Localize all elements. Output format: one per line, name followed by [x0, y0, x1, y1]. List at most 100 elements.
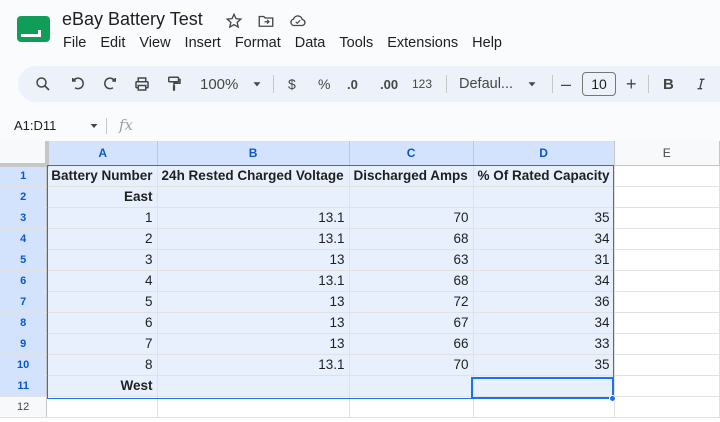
row-header[interactable]: 3 — [0, 207, 48, 229]
font-select[interactable]: Defaul... — [459, 66, 539, 102]
column-header[interactable]: E — [614, 141, 720, 166]
row-header[interactable]: 2 — [0, 186, 48, 208]
cell[interactable] — [46, 396, 158, 418]
decrease-font-size-button[interactable]: – — [561, 66, 571, 102]
number-format-button[interactable]: 123 — [412, 66, 432, 102]
column-header[interactable]: C — [349, 141, 474, 166]
currency-format-button[interactable]: $ — [288, 66, 296, 102]
cell[interactable] — [473, 396, 615, 418]
row-header[interactable]: 10 — [0, 354, 48, 376]
cell[interactable]: 13 — [157, 312, 350, 334]
cell[interactable]: 7 — [46, 333, 158, 355]
cell[interactable] — [349, 375, 474, 397]
cell[interactable]: East — [46, 186, 158, 208]
cell[interactable]: 33 — [473, 333, 615, 355]
row-header[interactable]: 11 — [0, 375, 48, 397]
cell[interactable]: 13.1 — [157, 207, 350, 229]
sheets-logo-icon[interactable] — [16, 15, 51, 43]
cell[interactable]: 70 — [349, 207, 474, 229]
menu-data[interactable]: Data — [295, 35, 326, 51]
row-header[interactable]: 4 — [0, 228, 48, 250]
cell[interactable] — [157, 186, 350, 208]
print-icon[interactable] — [133, 66, 151, 102]
cell[interactable]: 66 — [349, 333, 474, 355]
cell[interactable]: 35 — [473, 354, 615, 376]
font-size-input[interactable]: 10 — [582, 72, 616, 96]
cell[interactable] — [614, 375, 720, 397]
cloud-status-icon[interactable] — [288, 11, 308, 31]
cell[interactable] — [614, 291, 720, 313]
column-header[interactable]: A — [46, 141, 158, 166]
cell[interactable]: 13 — [157, 249, 350, 271]
cell[interactable]: 24h Rested Charged Voltage — [157, 165, 350, 187]
cell[interactable] — [157, 396, 350, 418]
fill-handle[interactable] — [609, 395, 616, 402]
cell[interactable]: 35 — [473, 207, 615, 229]
cell[interactable]: Discharged Amps — [349, 165, 474, 187]
name-box[interactable]: A1:D11 — [14, 118, 56, 133]
increase-font-size-button[interactable]: + — [626, 66, 637, 102]
cell[interactable]: 6 — [46, 312, 158, 334]
cell[interactable]: 68 — [349, 228, 474, 250]
cell[interactable] — [614, 249, 720, 271]
cell[interactable] — [349, 186, 474, 208]
cell[interactable]: % Of Rated Capacity — [473, 165, 615, 187]
cell[interactable]: 68 — [349, 270, 474, 292]
cell[interactable] — [614, 270, 720, 292]
cell[interactable] — [614, 228, 720, 250]
cell[interactable]: 13.1 — [157, 270, 350, 292]
decrease-decimal-button[interactable]: .0 — [347, 66, 358, 102]
cell[interactable]: 34 — [473, 228, 615, 250]
cell[interactable] — [614, 207, 720, 229]
increase-decimal-button[interactable]: .00 — [380, 66, 398, 102]
column-header[interactable]: D — [473, 141, 615, 166]
menu-file[interactable]: File — [63, 35, 86, 51]
percent-format-button[interactable]: % — [318, 66, 330, 102]
row-header[interactable]: 6 — [0, 270, 48, 292]
menu-view[interactable]: View — [139, 35, 170, 51]
cell[interactable]: 13.1 — [157, 228, 350, 250]
row-header[interactable]: 1 — [0, 165, 48, 187]
cell[interactable]: 1 — [46, 207, 158, 229]
paint-format-icon[interactable] — [165, 66, 183, 102]
cell[interactable]: 34 — [473, 312, 615, 334]
zoom-select[interactable]: 100% — [200, 66, 264, 102]
cell[interactable]: 72 — [349, 291, 474, 313]
cell[interactable] — [473, 186, 615, 208]
row-header[interactable]: 8 — [0, 312, 48, 334]
cell[interactable]: 13.1 — [157, 354, 350, 376]
redo-icon[interactable] — [101, 66, 119, 102]
menu-format[interactable]: Format — [235, 35, 281, 51]
cell[interactable]: Battery Number — [46, 165, 158, 187]
spreadsheet-grid[interactable]: A B C D E 1 Battery Number 24h Rested Char… — [0, 141, 720, 422]
cell[interactable]: 70 — [349, 354, 474, 376]
star-icon[interactable] — [224, 11, 244, 31]
menu-help[interactable]: Help — [472, 35, 502, 51]
column-header[interactable]: B — [157, 141, 350, 166]
move-folder-icon[interactable] — [256, 11, 276, 31]
cell[interactable] — [614, 165, 720, 187]
menu-tools[interactable]: Tools — [339, 35, 373, 51]
bold-button[interactable]: B — [663, 66, 674, 102]
cell[interactable] — [614, 396, 720, 418]
select-all-corner[interactable] — [0, 141, 49, 167]
cell[interactable]: West — [46, 375, 158, 397]
undo-icon[interactable] — [69, 66, 87, 102]
italic-button[interactable] — [694, 66, 708, 102]
chevron-down-icon[interactable] — [88, 120, 100, 132]
cell[interactable]: 31 — [473, 249, 615, 271]
cell[interactable] — [614, 333, 720, 355]
cell[interactable]: 8 — [46, 354, 158, 376]
cell[interactable]: 13 — [157, 333, 350, 355]
search-menus-icon[interactable] — [34, 66, 52, 102]
cell[interactable]: 5 — [46, 291, 158, 313]
row-header[interactable]: 7 — [0, 291, 48, 313]
row-header[interactable]: 12 — [0, 396, 48, 418]
menu-extensions[interactable]: Extensions — [387, 35, 458, 51]
cell[interactable]: 3 — [46, 249, 158, 271]
document-title[interactable]: eBay Battery Test — [62, 9, 203, 30]
cell[interactable]: 4 — [46, 270, 158, 292]
cell[interactable] — [614, 312, 720, 334]
row-header[interactable]: 5 — [0, 249, 48, 271]
cell[interactable] — [614, 186, 720, 208]
